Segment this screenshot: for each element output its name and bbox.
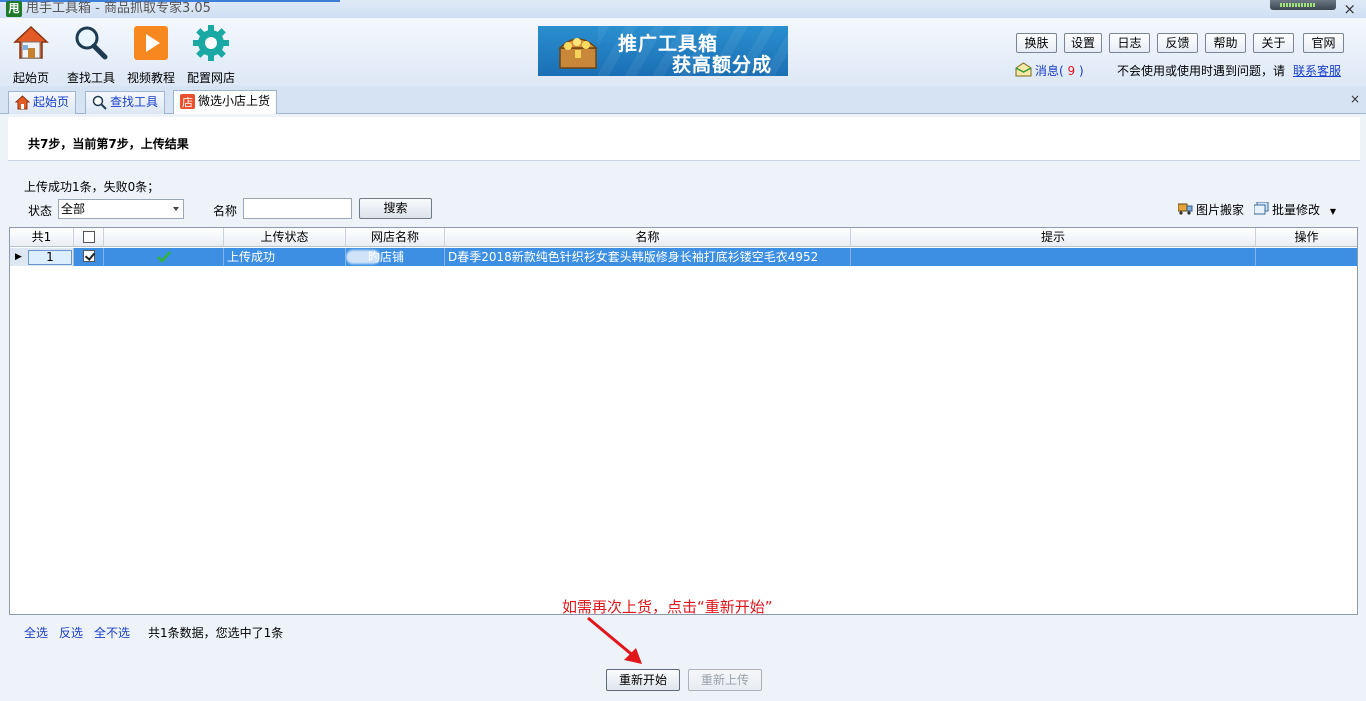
grid-tools: 图片搬家 批量修改 ▼: [1177, 199, 1348, 219]
column-hint[interactable]: 提示: [851, 228, 1256, 247]
annotation-arrow-icon: [587, 616, 642, 664]
tab-weixuan-upload[interactable]: 店 微选小店上货: [173, 90, 278, 114]
image-move-button[interactable]: 图片搬家: [1177, 201, 1245, 218]
restart-button[interactable]: 重新开始: [606, 669, 680, 691]
app-logo-icon: 甩: [6, 1, 22, 17]
toolbar-find-tool-label: 查找工具: [66, 71, 115, 85]
upload-summary: 上传成功1条，失败0条；: [24, 180, 160, 194]
truck-icon: [1177, 202, 1193, 215]
filter-row: 状态 全部 名称 搜索 图片搬家 批量修改 ▼: [24, 198, 1354, 221]
toolbar-home-label: 起始页: [12, 71, 49, 85]
toolbar-configure-shop-label: 配置网店: [186, 71, 235, 85]
row-status-icon-cell: [104, 248, 224, 266]
row-shop-name: 旳店铺: [346, 248, 445, 266]
help-button[interactable]: 帮助: [1205, 33, 1246, 53]
select-all-checkbox[interactable]: [83, 231, 95, 243]
status-filter-label: 状态: [28, 204, 53, 218]
svg-text:店: 店: [182, 95, 193, 109]
chevron-down-icon: ▼: [1329, 207, 1336, 216]
current-row-arrow-icon: ▶: [15, 252, 22, 262]
table-row[interactable]: ▶ 1 上传成功 旳店铺 D春季2018新款纯色针织衫女套头韩版修身长袖打底衫镂…: [10, 248, 1357, 266]
close-tab-button[interactable]: ×: [1350, 92, 1360, 106]
batch-edit-label: 批量修改: [1272, 203, 1321, 217]
magnifier-icon: [92, 95, 107, 110]
window-title: 甩手工具箱 - 商品抓取专家3.05: [26, 1, 211, 16]
tab-weixuan-upload-label: 微选小店上货: [198, 94, 271, 108]
search-button[interactable]: 搜索: [359, 198, 432, 219]
upload-result-panel: 共7步，当前第7步，上传结果 上传成功1条，失败0条； 状态 全部 名称 搜索 …: [4, 114, 1362, 701]
column-product-name[interactable]: 名称: [445, 228, 851, 247]
select-all-link[interactable]: 全选: [24, 624, 48, 641]
store-icon: 店: [180, 94, 195, 109]
column-shop-name[interactable]: 网店名称: [346, 228, 445, 247]
image-move-label: 图片搬家: [1196, 203, 1245, 217]
step-indicator: 共7步，当前第7步，上传结果: [8, 117, 1360, 161]
status-filter-value: 全部: [61, 202, 86, 216]
column-upload-status[interactable]: 上传状态: [224, 228, 346, 247]
name-search-input[interactable]: [243, 198, 352, 219]
column-select-all[interactable]: [74, 228, 104, 247]
tab-home-label: 起始页: [33, 95, 70, 109]
row-checkbox-cell[interactable]: [74, 248, 104, 266]
top-link-buttons: 换肤 设置 日志 反馈 帮助 关于 官网: [0, 33, 1366, 53]
log-button[interactable]: 日志: [1109, 33, 1150, 53]
message-row: 消息( 9 ) 不会使用或使用时遇到问题，请 联系客服: [1015, 60, 1355, 80]
envelope-icon: [1015, 62, 1032, 77]
batch-edit-button[interactable]: 批量修改 ▼: [1253, 201, 1336, 218]
grid-header: 共1 上传状态 网店名称 名称 提示 操作: [10, 228, 1357, 247]
tab-home[interactable]: 起始页: [8, 91, 77, 114]
feedback-button[interactable]: 反馈: [1157, 33, 1198, 53]
settings-button[interactable]: 设置: [1064, 33, 1102, 53]
message-count: 9: [1063, 64, 1079, 78]
step-text: 共7步，当前第7步，上传结果: [28, 137, 189, 151]
toolbar-video-tutorial-label: 视频教程: [126, 71, 175, 85]
column-rownum[interactable]: 共1: [10, 228, 74, 247]
row-checkbox[interactable]: [83, 250, 95, 262]
selection-count-text: 共1条数据，您选中了1条: [148, 626, 284, 640]
website-button[interactable]: 官网: [1303, 33, 1344, 53]
batch-edit-icon: [1253, 201, 1269, 215]
name-filter-label: 名称: [213, 204, 238, 218]
about-button[interactable]: 关于: [1253, 33, 1294, 53]
column-action[interactable]: 操作: [1256, 228, 1357, 247]
column-status-icon: [104, 228, 224, 247]
title-bar: 甩 甩手工具箱 - 商品抓取专家3.05 ×: [0, 0, 1366, 18]
messages-link[interactable]: 消息( 9 ): [1035, 62, 1084, 79]
row-action[interactable]: [1256, 248, 1357, 266]
result-grid: 共1 上传状态 网店名称 名称 提示 操作 ▶ 1 上传成功 旳店铺 D春季20…: [9, 227, 1358, 615]
skin-button[interactable]: 换肤: [1016, 33, 1057, 53]
status-filter-select[interactable]: 全部: [58, 199, 184, 219]
selection-footer: 全选 反选 全不选 共1条数据，您选中了1条: [24, 624, 424, 640]
window-close-button[interactable]: ×: [1343, 0, 1356, 18]
help-text: 不会使用或使用时遇到问题，请: [1117, 64, 1286, 78]
contact-support-link[interactable]: 联系客服: [1293, 62, 1341, 79]
row-upload-status: 上传成功: [224, 248, 346, 266]
reupload-button[interactable]: 重新上传: [688, 669, 762, 691]
row-header[interactable]: ▶ 1: [10, 248, 74, 266]
check-icon: [157, 250, 171, 266]
chevron-down-icon: [173, 207, 179, 211]
select-none-link[interactable]: 全不选: [94, 624, 130, 641]
tab-find-tool[interactable]: 查找工具: [85, 91, 166, 114]
tab-find-tool-label: 查找工具: [110, 95, 159, 109]
row-hint: [851, 248, 1256, 266]
window-status-widget[interactable]: [1270, 0, 1336, 10]
row-number: 1: [28, 250, 72, 265]
main-toolbar: 起始页 查找工具 视频教程 配置网店 推广工具箱 获高额分成 换肤 设置 日志 …: [0, 18, 1366, 86]
tab-bar: 起始页 查找工具 店 微选小店上货 ×: [0, 86, 1366, 114]
invert-selection-link[interactable]: 反选: [59, 624, 83, 641]
row-product-name: D春季2018新款纯色针织衫女套头韩版修身长袖打底衫镂空毛衣4952: [445, 248, 851, 266]
home-icon: [14, 95, 31, 110]
banner-line2: 获高额分成: [672, 54, 773, 76]
